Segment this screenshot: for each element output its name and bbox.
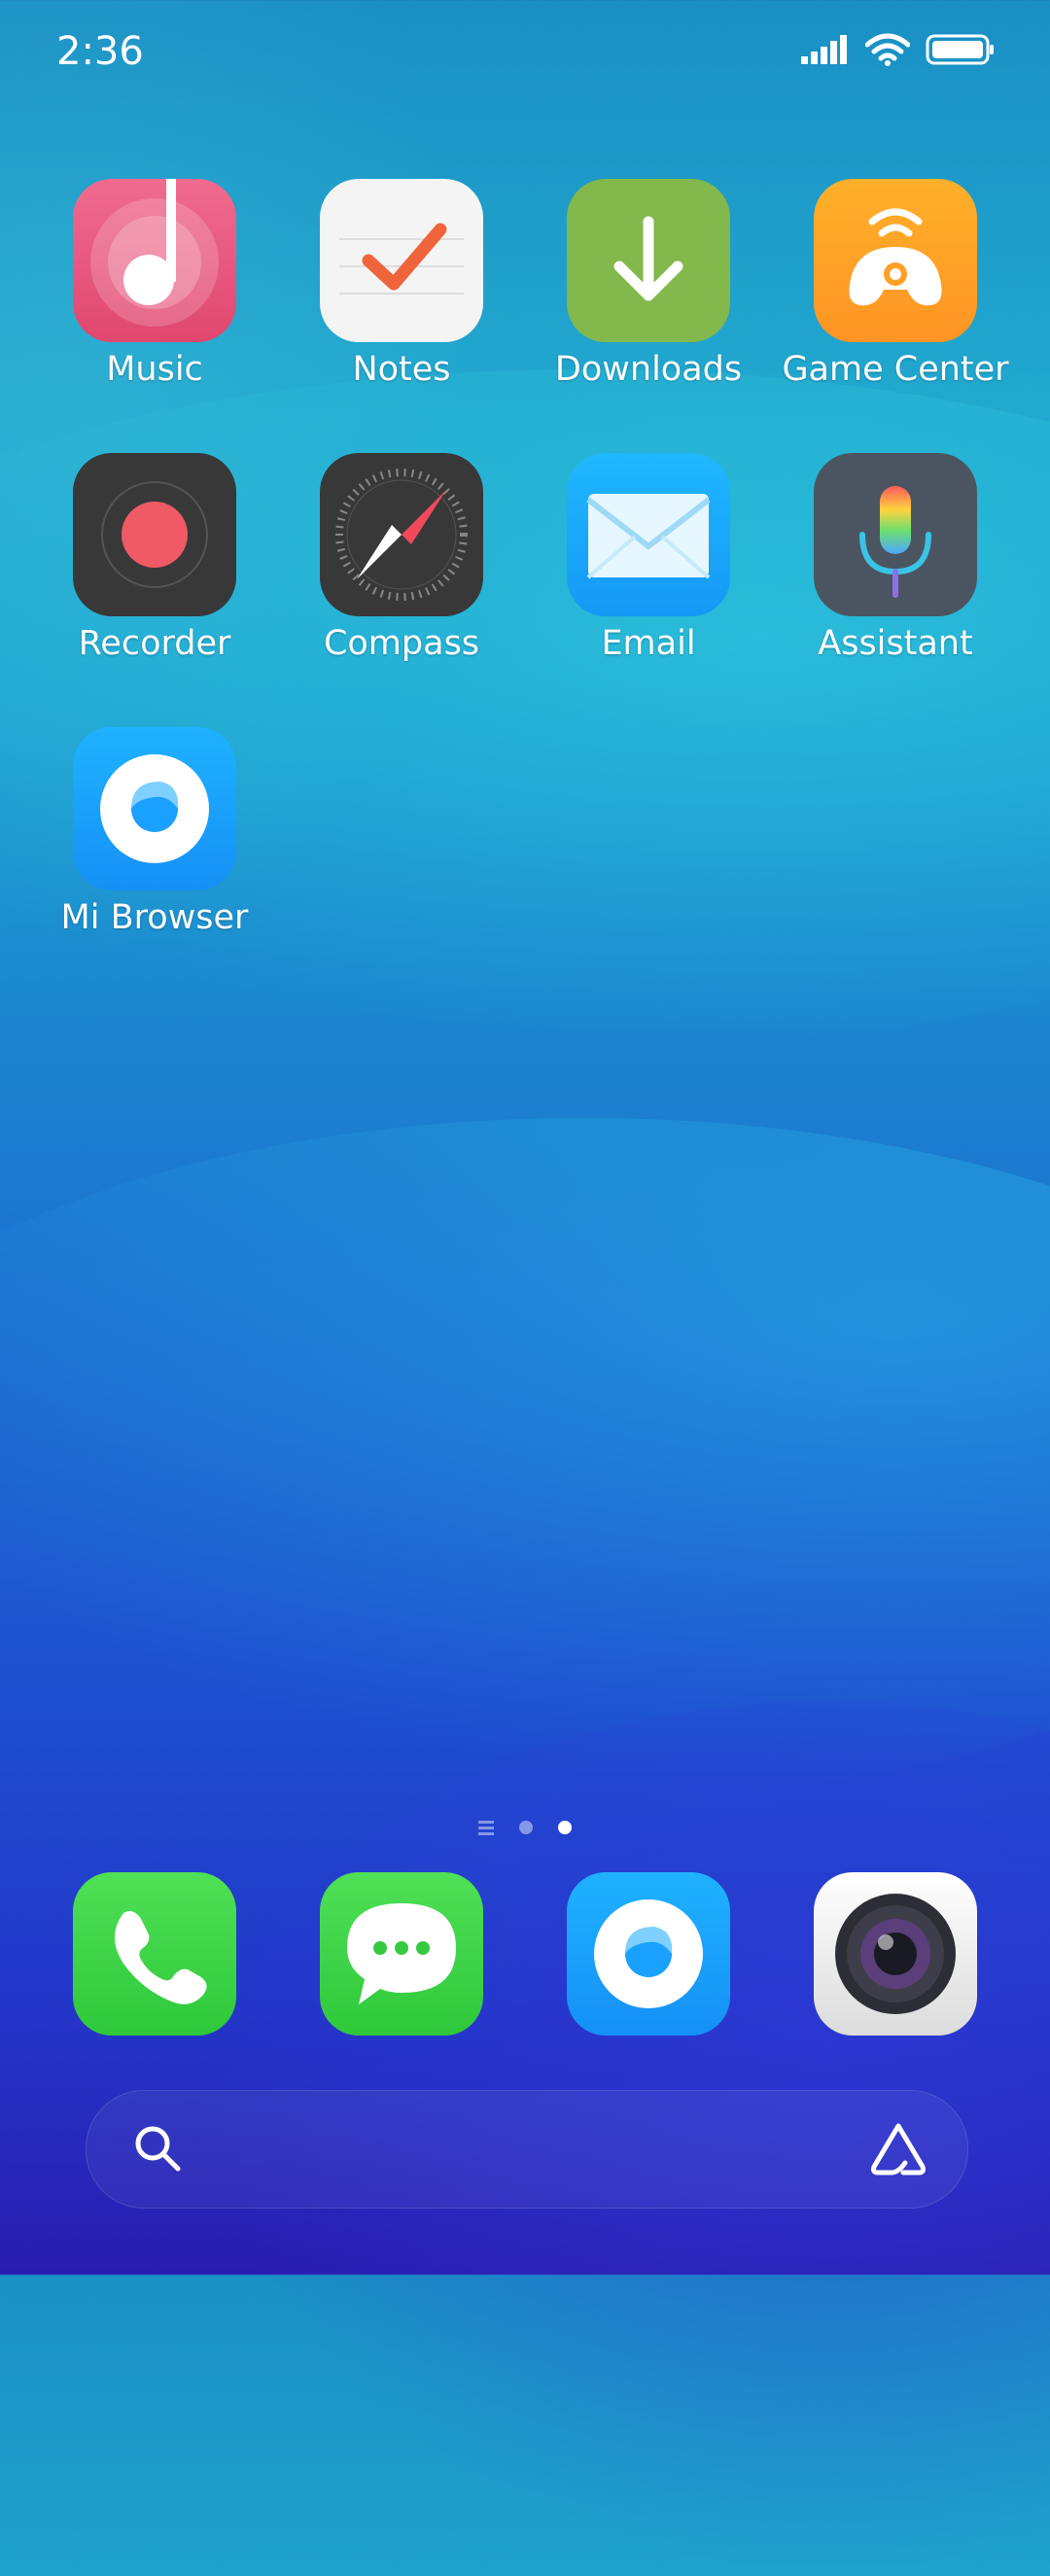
app-label: Compass [323, 624, 480, 663]
mi-browser-icon [594, 1899, 703, 2008]
status-bar: 2:36 [0, 0, 1050, 107]
camera-icon [835, 1894, 956, 2014]
app-compass[interactable]: Compass [278, 453, 525, 663]
page-dot [519, 1821, 533, 1834]
search-bar[interactable] [86, 2090, 968, 2209]
assistant-icon [814, 453, 977, 616]
status-icons [799, 33, 996, 66]
mi-browser-icon [73, 727, 236, 890]
status-time: 2:36 [56, 29, 144, 74]
app-label: Assistant [818, 624, 973, 663]
search-icon[interactable] [131, 2122, 186, 2176]
app-label: Game Center [782, 350, 1009, 389]
recorder-icon [73, 453, 236, 616]
page-dot-active [558, 1821, 572, 1834]
signal-icon [801, 35, 847, 64]
music-icon [73, 179, 236, 342]
app-notes[interactable]: Notes [278, 179, 525, 389]
app-label: Downloads [554, 350, 743, 389]
app-label: Mi Browser [60, 898, 249, 937]
app-label: Notes [352, 350, 451, 389]
messages-icon [347, 1903, 456, 2004]
email-icon [567, 453, 730, 616]
app-game-center[interactable]: Game Center [772, 179, 1019, 389]
compass-icon [320, 453, 483, 616]
app-label: Recorder [78, 624, 231, 663]
dock-messages[interactable] [320, 1872, 483, 2036]
game-center-icon [814, 179, 977, 342]
app-label: Music [106, 350, 203, 389]
dock-mi-browser[interactable] [567, 1872, 730, 2036]
page-indicator [428, 1816, 622, 1839]
app-email[interactable]: Email [525, 453, 772, 663]
app-label: Email [601, 624, 696, 663]
dock-phone[interactable] [73, 1872, 236, 2036]
wifi-icon [865, 33, 910, 66]
battery-icon [926, 34, 994, 65]
app-downloads[interactable]: Downloads [525, 179, 772, 389]
app-assistant[interactable]: Assistant [772, 453, 1019, 663]
app-mi-browser[interactable]: Mi Browser [31, 727, 278, 937]
downloads-icon [567, 179, 730, 342]
assistant-a-icon[interactable] [866, 2120, 930, 2178]
dock-camera[interactable] [814, 1872, 977, 2036]
app-music[interactable]: Music [31, 179, 278, 389]
notes-icon [320, 179, 483, 342]
page-list-indicator-icon [478, 1821, 494, 1835]
app-recorder[interactable]: Recorder [31, 453, 278, 663]
phone-icon [115, 1911, 207, 2004]
